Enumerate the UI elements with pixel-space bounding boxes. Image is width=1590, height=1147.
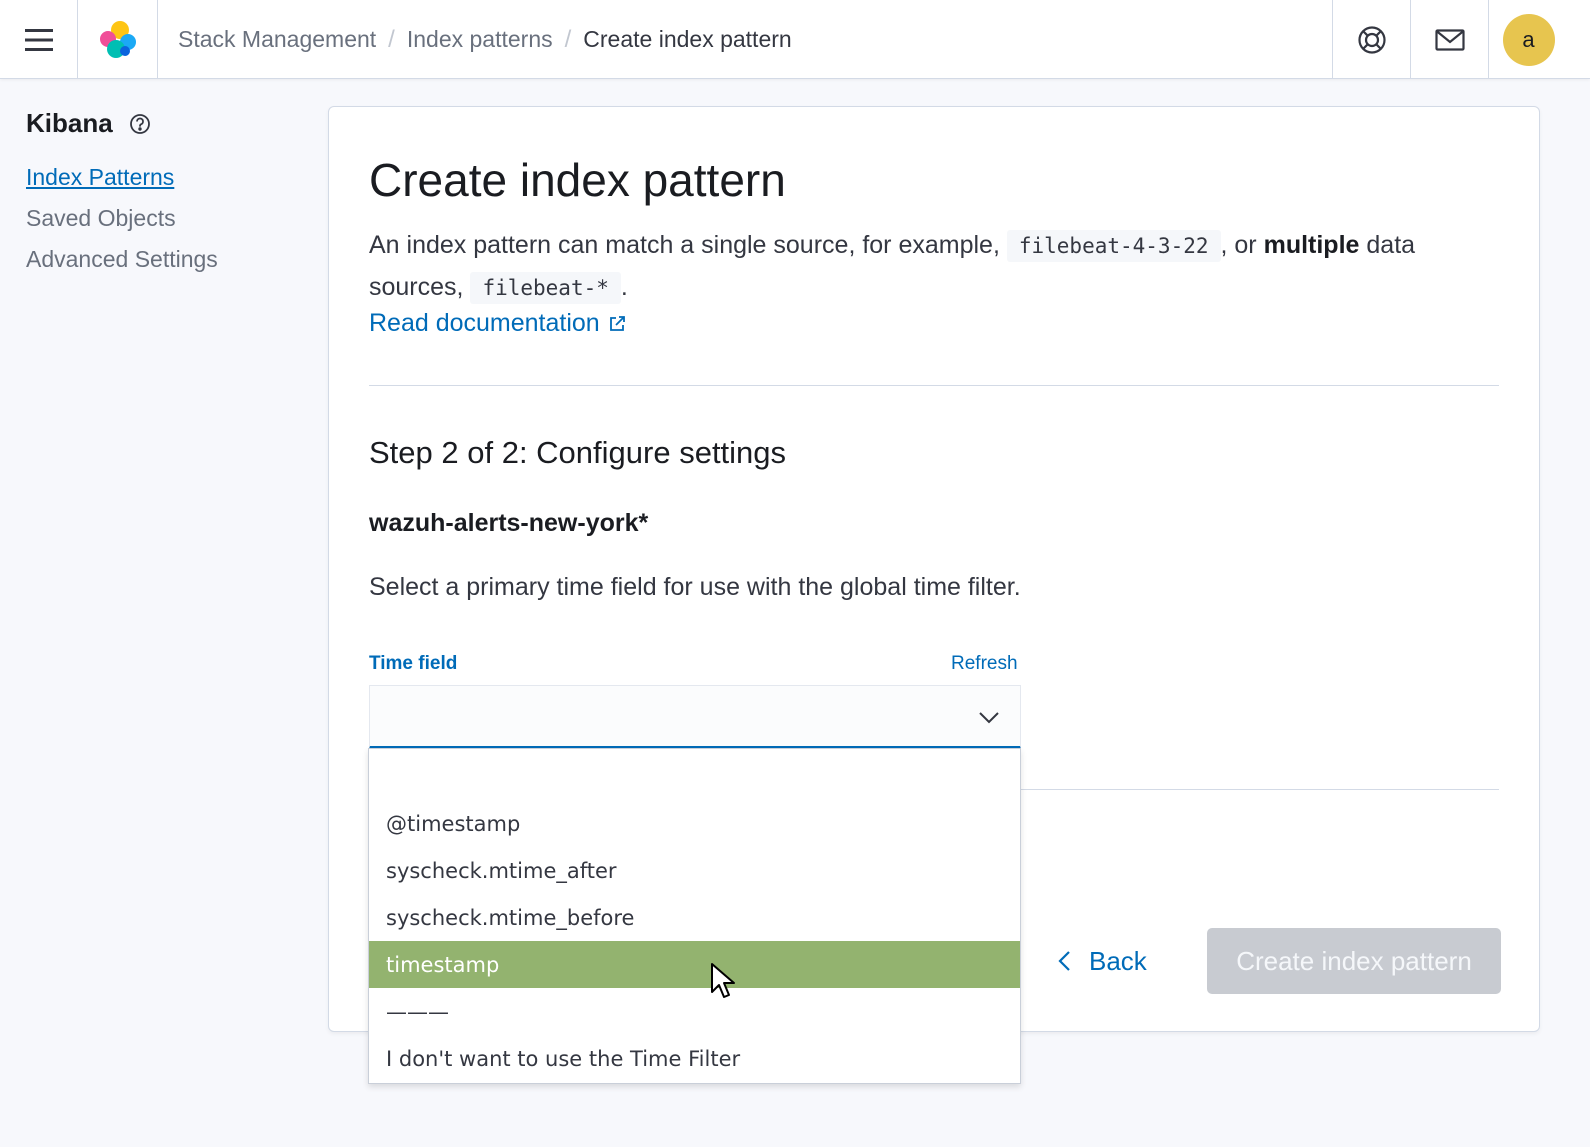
time-field-label: Time field: [369, 653, 458, 674]
read-documentation-link[interactable]: Read documentation: [369, 309, 626, 338]
example-code-single: filebeat-4-3-22: [1006, 230, 1221, 262]
example-code-multiple: filebeat-*: [470, 272, 621, 304]
description-text-4: .: [620, 273, 628, 301]
option-timestamp[interactable]: timestamp: [369, 941, 1020, 988]
breadcrumb-separator: /: [564, 25, 572, 53]
description-text-1: An index pattern can match a single sour…: [369, 231, 1000, 259]
description-text-2: , or: [1220, 231, 1257, 259]
time-field-select[interactable]: [369, 685, 1021, 749]
elastic-logo-icon: [99, 20, 136, 58]
breadcrumb-stack-management[interactable]: Stack Management: [178, 26, 376, 53]
step-title: Step 2 of 2: Configure settings: [369, 435, 787, 470]
chevron-down-icon: [979, 712, 999, 724]
create-index-pattern-button[interactable]: Create index pattern: [1207, 928, 1501, 994]
sidebar-item-advanced-settings[interactable]: Advanced Settings: [26, 246, 218, 273]
description-bold: multiple: [1263, 231, 1360, 259]
back-button[interactable]: Back: [1057, 929, 1147, 993]
read-documentation-label: Read documentation: [369, 309, 600, 337]
option-no-time-filter[interactable]: I don't want to use the Time Filter: [369, 1035, 1020, 1082]
top-header: Stack Management / Index patterns / Crea…: [0, 0, 1590, 79]
help-circle-icon[interactable]: [129, 113, 151, 135]
hamburger-icon: [24, 28, 53, 51]
divider: [369, 385, 1499, 386]
chevron-left-icon: [1058, 951, 1070, 971]
back-label: Back: [1089, 945, 1147, 976]
time-field-description: Select a primary time field for use with…: [369, 573, 1021, 601]
page-title: Create index pattern: [369, 154, 786, 206]
option-at-timestamp[interactable]: @timestamp: [369, 800, 1020, 847]
avatar: a: [1502, 13, 1555, 66]
breadcrumb-separator: /: [388, 25, 395, 53]
menu-button[interactable]: [0, 0, 78, 79]
option-separator: ———: [386, 999, 449, 1024]
divider: [1021, 789, 1499, 790]
index-pattern-name: wazuh-alerts-new-york*: [369, 509, 649, 537]
sidebar-title-text: Kibana: [26, 108, 113, 138]
help-menu-button[interactable]: [1332, 0, 1410, 79]
breadcrumb: Stack Management / Index patterns / Crea…: [178, 0, 792, 79]
refresh-fields-link[interactable]: Refresh: [951, 653, 1018, 675]
time-field-options-list: @timestamp syscheck.mtime_after syscheck…: [368, 748, 1021, 1084]
breadcrumb-current: Create index pattern: [583, 26, 792, 52]
external-link-icon: [609, 315, 625, 331]
newsfeed-button[interactable]: [1410, 0, 1488, 79]
lifebuoy-icon: [1357, 25, 1386, 54]
page-description: An index pattern can match a single sour…: [369, 225, 1499, 309]
mouse-cursor-icon: [711, 963, 735, 998]
option-syscheck-mtime-after[interactable]: syscheck.mtime_after: [369, 847, 1020, 894]
sidebar-item-saved-objects[interactable]: Saved Objects: [26, 205, 176, 232]
mail-icon: [1434, 28, 1465, 51]
breadcrumb-index-patterns[interactable]: Index patterns: [407, 26, 553, 53]
sidebar-item-index-patterns[interactable]: Index Patterns: [26, 164, 174, 191]
sidebar-title: Kibana: [26, 108, 151, 139]
option-syscheck-mtime-before[interactable]: syscheck.mtime_before: [369, 894, 1020, 941]
elastic-logo-link[interactable]: [78, 0, 158, 79]
user-menu-button[interactable]: a: [1488, 0, 1568, 79]
